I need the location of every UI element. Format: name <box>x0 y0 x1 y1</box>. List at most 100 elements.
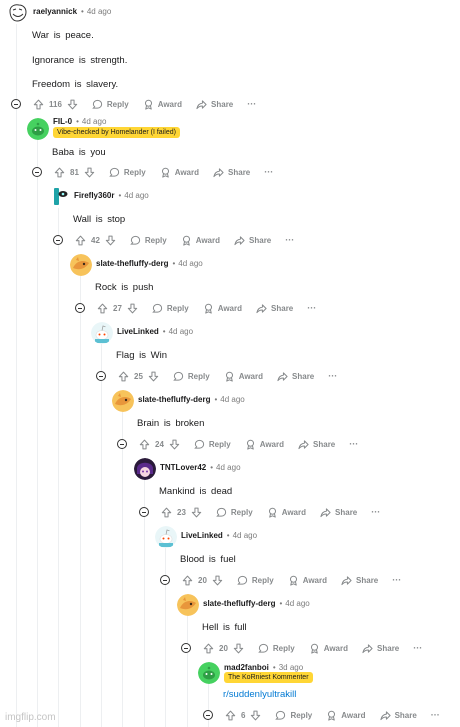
reply-button[interactable]: Reply <box>194 439 231 450</box>
upvote-icon[interactable] <box>203 643 214 654</box>
thread-line[interactable] <box>80 276 81 727</box>
award-button[interactable]: Award <box>326 710 366 721</box>
avatar[interactable] <box>48 185 70 207</box>
avatar[interactable] <box>91 322 113 344</box>
more-options-icon[interactable]: ··· <box>307 303 316 313</box>
reply-button[interactable]: Reply <box>275 710 312 721</box>
award-button[interactable]: Award <box>203 303 242 314</box>
thread-line[interactable] <box>144 480 145 727</box>
collapse-thread-icon[interactable] <box>139 507 149 517</box>
subreddit-link[interactable]: r/suddenlyultrakill <box>223 689 296 700</box>
username[interactable]: LiveLinked <box>117 327 159 336</box>
reply-button[interactable]: Reply <box>216 507 253 518</box>
award-button[interactable]: Award <box>224 371 263 382</box>
downvote-icon[interactable] <box>233 643 244 654</box>
upvote-icon[interactable] <box>182 575 193 586</box>
avatar[interactable] <box>134 458 156 480</box>
avatar[interactable] <box>112 390 134 412</box>
upvote-icon[interactable] <box>225 710 236 721</box>
username[interactable]: Firefly360r <box>74 191 114 200</box>
timestamp[interactable]: 4d ago <box>285 599 309 608</box>
username[interactable]: slate-thefluffy-derg <box>203 599 275 608</box>
share-button[interactable]: Share <box>341 575 378 586</box>
reply-button[interactable]: Reply <box>92 99 129 110</box>
thread-line[interactable] <box>37 140 38 727</box>
collapse-thread-icon[interactable] <box>96 371 106 381</box>
collapse-thread-icon[interactable] <box>32 167 42 177</box>
more-options-icon[interactable]: ··· <box>264 167 273 177</box>
reply-button[interactable]: Reply <box>130 235 167 246</box>
reply-button[interactable]: Reply <box>173 371 210 382</box>
thread-line[interactable] <box>122 412 123 727</box>
collapse-thread-icon[interactable] <box>117 439 127 449</box>
collapse-thread-icon[interactable] <box>11 99 21 109</box>
more-options-icon[interactable]: ··· <box>371 507 380 517</box>
upvote-icon[interactable] <box>97 303 108 314</box>
award-button[interactable]: Award <box>160 167 199 178</box>
reply-button[interactable]: Reply <box>237 575 274 586</box>
upvote-icon[interactable] <box>139 439 150 450</box>
more-options-icon[interactable]: ··· <box>392 575 401 585</box>
downvote-icon[interactable] <box>84 167 95 178</box>
downvote-icon[interactable] <box>250 710 261 721</box>
avatar[interactable] <box>7 2 29 24</box>
username[interactable]: FIL-0 <box>53 117 72 126</box>
downvote-icon[interactable] <box>67 99 78 110</box>
upvote-icon[interactable] <box>118 371 129 382</box>
award-button[interactable]: Award <box>267 507 306 518</box>
award-button[interactable]: Award <box>245 439 284 450</box>
share-button[interactable]: Share <box>234 235 271 246</box>
downvote-icon[interactable] <box>148 371 159 382</box>
downvote-icon[interactable] <box>191 507 202 518</box>
downvote-icon[interactable] <box>169 439 180 450</box>
share-button[interactable]: Share <box>256 303 293 314</box>
upvote-icon[interactable] <box>161 507 172 518</box>
more-options-icon[interactable]: ··· <box>413 643 422 653</box>
upvote-icon[interactable] <box>75 235 86 246</box>
collapse-thread-icon[interactable] <box>203 710 213 720</box>
avatar[interactable] <box>27 118 49 140</box>
upvote-icon[interactable] <box>33 99 44 110</box>
username[interactable]: TNTLover42 <box>160 463 206 472</box>
downvote-icon[interactable] <box>212 575 223 586</box>
username[interactable]: raelyannick <box>33 7 77 16</box>
thread-line[interactable] <box>58 208 59 727</box>
timestamp[interactable]: 3d ago <box>279 663 303 672</box>
timestamp[interactable]: 4d ago <box>233 531 257 540</box>
reply-button[interactable]: Reply <box>109 167 146 178</box>
downvote-icon[interactable] <box>127 303 138 314</box>
timestamp[interactable]: 4d ago <box>87 7 111 16</box>
thread-line[interactable] <box>16 24 17 727</box>
timestamp[interactable]: 4d ago <box>169 327 193 336</box>
username[interactable]: slate-thefluffy-derg <box>138 395 210 404</box>
timestamp[interactable]: 4d ago <box>124 191 148 200</box>
more-options-icon[interactable]: ··· <box>328 371 337 381</box>
award-button[interactable]: Award <box>181 235 220 246</box>
upvote-icon[interactable] <box>54 167 65 178</box>
share-button[interactable]: Share <box>362 643 399 654</box>
award-button[interactable]: Award <box>288 575 327 586</box>
avatar[interactable] <box>177 594 199 616</box>
reply-button[interactable]: Reply <box>258 643 295 654</box>
more-options-icon[interactable]: ··· <box>247 99 256 109</box>
share-button[interactable]: Share <box>277 371 314 382</box>
award-button[interactable]: Award <box>309 643 348 654</box>
thread-line[interactable] <box>208 684 209 727</box>
avatar[interactable] <box>155 526 177 548</box>
share-button[interactable]: Share <box>320 507 357 518</box>
share-button[interactable]: Share <box>196 99 233 110</box>
thread-line[interactable] <box>101 344 102 727</box>
more-options-icon[interactable]: ··· <box>431 710 440 720</box>
collapse-thread-icon[interactable] <box>75 303 85 313</box>
downvote-icon[interactable] <box>105 235 116 246</box>
username[interactable]: LiveLinked <box>181 531 223 540</box>
timestamp[interactable]: 4d ago <box>178 259 202 268</box>
timestamp[interactable]: 4d ago <box>216 463 240 472</box>
timestamp[interactable]: 4d ago <box>82 117 106 126</box>
username[interactable]: mad2fanboi <box>224 663 269 672</box>
share-button[interactable]: Share <box>379 710 417 721</box>
timestamp[interactable]: 4d ago <box>220 395 244 404</box>
avatar[interactable] <box>70 254 92 276</box>
share-button[interactable]: Share <box>213 167 250 178</box>
share-button[interactable]: Share <box>298 439 335 450</box>
